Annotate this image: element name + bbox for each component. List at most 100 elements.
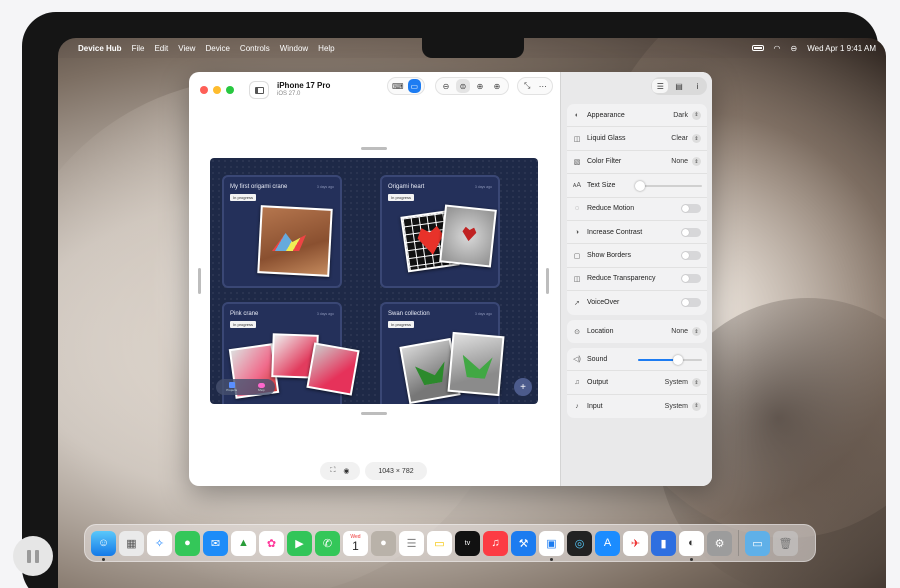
screenshot-icon[interactable]: ⛶ xyxy=(330,467,335,475)
input-stepper[interactable]: ⇕ xyxy=(692,401,701,411)
zoom-out-icon[interactable]: ⊖ xyxy=(439,79,453,93)
project-card[interactable]: My first origami crane 3 days ago In pro… xyxy=(222,175,342,288)
input-row[interactable]: ♪ Input System ⇕ xyxy=(567,395,707,418)
menubar-clock[interactable]: Wed Apr 1 9:41 AM xyxy=(807,44,876,53)
reduce-motion-row: ◌ Reduce Motion xyxy=(567,198,707,221)
audio-group: ◁) Sound ♫ Output System ⇕ ♪ Input Syste… xyxy=(567,348,707,419)
reduce-motion-toggle[interactable] xyxy=(681,204,701,214)
pause-icon xyxy=(27,549,31,563)
trash-icon[interactable]: 🗑 xyxy=(773,530,798,556)
add-project-button[interactable]: + xyxy=(514,378,532,396)
liquid-glass-row[interactable]: ◫ Liquid Glass Clear ⇕ xyxy=(567,127,707,151)
desktop: Device Hub File Edit View Device Control… xyxy=(0,0,900,588)
device-hub-icon[interactable]: ◐ xyxy=(679,530,704,561)
photos-icon[interactable]: ✿ xyxy=(259,530,284,556)
text-size-knob[interactable] xyxy=(634,181,645,192)
menu-view[interactable]: View xyxy=(178,44,195,53)
minimize-button[interactable] xyxy=(213,86,221,94)
wifi-icon[interactable]: ◠ xyxy=(774,44,781,53)
mail-icon[interactable]: ✉ xyxy=(203,530,228,556)
reduce-transparency-toggle[interactable] xyxy=(681,274,701,284)
menu-help[interactable]: Help xyxy=(318,44,334,53)
record-icon[interactable]: ◉ xyxy=(343,467,349,475)
control-center-icon[interactable]: ⊖ xyxy=(791,44,798,53)
top-drag-handle[interactable] xyxy=(361,147,387,150)
sound-knob[interactable] xyxy=(672,355,683,365)
camera-notch xyxy=(422,38,524,58)
phone-icon[interactable]: ✆ xyxy=(315,530,340,556)
color-filter-value: None xyxy=(671,158,688,166)
zoom-in-icon[interactable]: ⊕ xyxy=(473,79,487,93)
contacts-icon[interactable]: ● xyxy=(371,530,396,556)
left-resize-handle[interactable] xyxy=(198,268,201,294)
pause-button[interactable] xyxy=(13,536,53,576)
zoom-actual-icon[interactable]: ⊕ xyxy=(490,79,504,93)
rocket-icon[interactable]: ✈ xyxy=(623,530,648,556)
music-icon[interactable]: ♫ xyxy=(483,530,508,556)
sound-slider[interactable] xyxy=(638,355,702,365)
document-icon[interactable]: ▤ xyxy=(671,79,687,93)
messages-icon[interactable]: ● xyxy=(175,530,200,556)
zoom-fit-icon[interactable]: ⊜ xyxy=(456,79,470,93)
color-filter-row[interactable]: ▧ Color Filter None ⇕ xyxy=(567,151,707,175)
info-icon[interactable]: i xyxy=(690,79,706,93)
simulator-window: iPhone 17 Pro iOS 27.0 ⌨ ▭ ⊖ ⊜ ⊕ ⊕ ⤡ ⋯ M… xyxy=(189,72,712,486)
increase-contrast-toggle[interactable] xyxy=(681,227,701,237)
launchpad-icon[interactable]: ▦ xyxy=(119,530,144,556)
tab-projects[interactable]: Projects xyxy=(226,382,237,392)
location-row[interactable]: ⊙ Location None ⇕ xyxy=(567,320,707,343)
close-button[interactable] xyxy=(200,86,208,94)
collapse-icon[interactable]: ⤡ xyxy=(521,79,534,93)
downloads-folder-icon[interactable]: ▭ xyxy=(745,530,770,556)
menu-device[interactable]: Device xyxy=(205,44,229,53)
battery-icon[interactable] xyxy=(751,45,764,51)
appearance-row[interactable]: ◐ Appearance Dark ⇕ xyxy=(567,104,707,128)
sliders-icon[interactable]: ☰ xyxy=(652,79,669,93)
card-photo xyxy=(306,342,360,396)
safari-icon[interactable]: ✧ xyxy=(147,530,172,556)
landscape-icon[interactable]: ▭ xyxy=(407,79,421,93)
location-group: ⊙ Location None ⇕ xyxy=(567,320,707,344)
menu-app-name[interactable]: Device Hub xyxy=(78,44,122,53)
xcode-icon[interactable]: ⚒ xyxy=(511,530,536,556)
device-screen[interactable]: My first origami crane 3 days ago In pro… xyxy=(210,158,538,404)
notes-icon[interactable]: ▭ xyxy=(427,530,452,556)
calendar-icon[interactable]: Wed 1 xyxy=(343,530,368,556)
menu-controls[interactable]: Controls xyxy=(240,44,270,53)
sidebar-toggle-button[interactable] xyxy=(249,81,269,99)
appearance-stepper[interactable]: ⇕ xyxy=(692,110,701,120)
system-settings-icon[interactable]: ⚙ xyxy=(707,530,732,556)
menu-edit[interactable]: Edit xyxy=(154,44,168,53)
tv-icon[interactable]: tv xyxy=(455,530,480,556)
maps-icon[interactable]: ▲ xyxy=(231,530,256,556)
more-icon[interactable]: ⋯ xyxy=(537,79,550,93)
project-card[interactable]: Swan collection 3 days ago In progress xyxy=(380,302,505,404)
tab-shop[interactable]: Shop xyxy=(257,382,265,392)
voiceover-toggle[interactable] xyxy=(681,298,701,308)
simulator-icon[interactable]: ▣ xyxy=(539,530,564,561)
menu-window[interactable]: Window xyxy=(280,44,308,53)
text-size-slider[interactable] xyxy=(634,181,702,192)
bottom-drag-handle[interactable] xyxy=(361,412,387,415)
reminders-icon[interactable]: ☰ xyxy=(399,530,424,556)
output-value: System xyxy=(664,379,688,387)
color-filter-stepper[interactable]: ⇕ xyxy=(692,157,701,167)
finder-icon[interactable]: ☺ xyxy=(91,530,116,561)
app-store-icon[interactable]: A xyxy=(595,530,620,556)
instruments-icon[interactable]: ◎ xyxy=(567,530,592,556)
liquid-glass-stepper[interactable]: ⇕ xyxy=(692,134,701,144)
menu-file[interactable]: File xyxy=(132,44,145,53)
keyboard-icon[interactable]: ⌨ xyxy=(391,79,405,93)
location-stepper[interactable]: ⇕ xyxy=(692,327,701,337)
project-card[interactable]: Origami heart 3 days ago In progress xyxy=(380,175,500,288)
output-row[interactable]: ♫ Output System ⇕ xyxy=(567,371,707,395)
reality-composer-icon[interactable]: ▮ xyxy=(651,530,676,556)
show-borders-toggle[interactable] xyxy=(681,251,701,261)
zoom-button[interactable] xyxy=(226,86,234,94)
zoom-toolbar-group: ⊖ ⊜ ⊕ ⊕ xyxy=(435,77,509,95)
right-resize-handle[interactable] xyxy=(546,268,549,294)
facetime-icon[interactable]: ▶ xyxy=(287,530,312,556)
status-badge: In progress xyxy=(388,321,415,328)
output-stepper[interactable]: ⇕ xyxy=(692,378,701,388)
card-title: My first origami crane xyxy=(230,184,288,190)
